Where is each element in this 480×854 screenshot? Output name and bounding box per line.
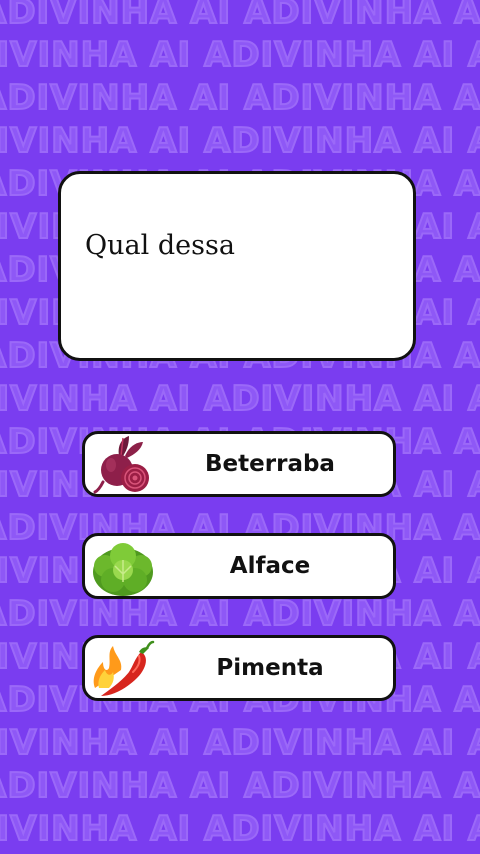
answer-label: Alface [229,553,311,579]
answer-label: Beterraba [205,451,335,477]
background-text-row: ADIVINHA AI ADIVINHA AI ADIVINHA AI ADIV… [0,0,480,33]
background-text-row: ADIVINHA AI ADIVINHA AI ADIVINHA AI ADIV… [0,722,480,764]
background-text-row: ADIVINHA AI ADIVINHA AI ADIVINHA AI ADIV… [0,120,480,162]
background-text-row: ADIVINHA AI ADIVINHA AI ADIVINHA AI ADIV… [0,77,480,119]
answer-option-pimenta[interactable]: Pimenta [82,635,396,701]
question-text: Qual dessa [85,230,235,261]
answer-label: Pimenta [216,655,324,681]
chili-pepper-icon [93,640,155,696]
background-pattern: ADIVINHA AI ADIVINHA AI ADIVINHA AI ADIV… [0,0,480,854]
beet-icon [93,436,149,494]
background-text-row: ADIVINHA AI ADIVINHA AI ADIVINHA AI ADIV… [0,765,480,807]
background-text-row: ADIVINHA AI ADIVINHA AI ADIVINHA AI ADIV… [0,808,480,850]
question-card: Qual dessa [58,171,416,361]
lettuce-icon [93,543,153,596]
background-text-row: ADIVINHA AI ADIVINHA AI ADIVINHA AI ADIV… [0,593,480,635]
background-text-row: ADIVINHA AI ADIVINHA AI ADIVINHA AI ADIV… [0,378,480,420]
answer-option-alface[interactable]: Alface [82,533,396,599]
background-text-row: ADIVINHA AI ADIVINHA AI ADIVINHA AI ADIV… [0,34,480,76]
answer-option-beterraba[interactable]: Beterraba [82,431,396,497]
